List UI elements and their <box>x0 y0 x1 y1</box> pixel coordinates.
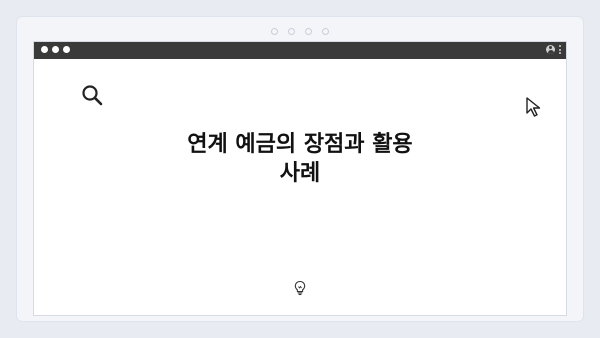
page-title: 연계 예금의 장점과 활용 사례 <box>34 130 566 188</box>
titlebar-actions <box>546 45 561 54</box>
camera-dot <box>305 28 312 35</box>
minimize-dot[interactable] <box>52 46 59 53</box>
illustration-canvas: 연계 예금의 장점과 활용 사례 <box>0 0 600 338</box>
page-title-line-2: 사례 <box>279 161 321 186</box>
search-icon <box>82 85 103 106</box>
page-title-line-1: 연계 예금의 장점과 활용 <box>187 132 413 157</box>
profile-icon[interactable] <box>546 45 555 54</box>
lightbulb-icon <box>294 280 306 296</box>
cursor-arrow-icon <box>526 97 541 117</box>
maximize-dot[interactable] <box>63 46 70 53</box>
camera-dot <box>322 28 329 35</box>
camera-dot <box>288 28 295 35</box>
close-dot[interactable] <box>41 46 48 53</box>
browser-titlebar <box>34 42 566 59</box>
kebab-menu-icon[interactable] <box>559 45 561 54</box>
camera-dots <box>17 28 583 35</box>
window-controls <box>41 46 70 53</box>
browser-window: 연계 예금의 장점과 활용 사례 <box>33 41 567 316</box>
camera-dot <box>271 28 278 35</box>
